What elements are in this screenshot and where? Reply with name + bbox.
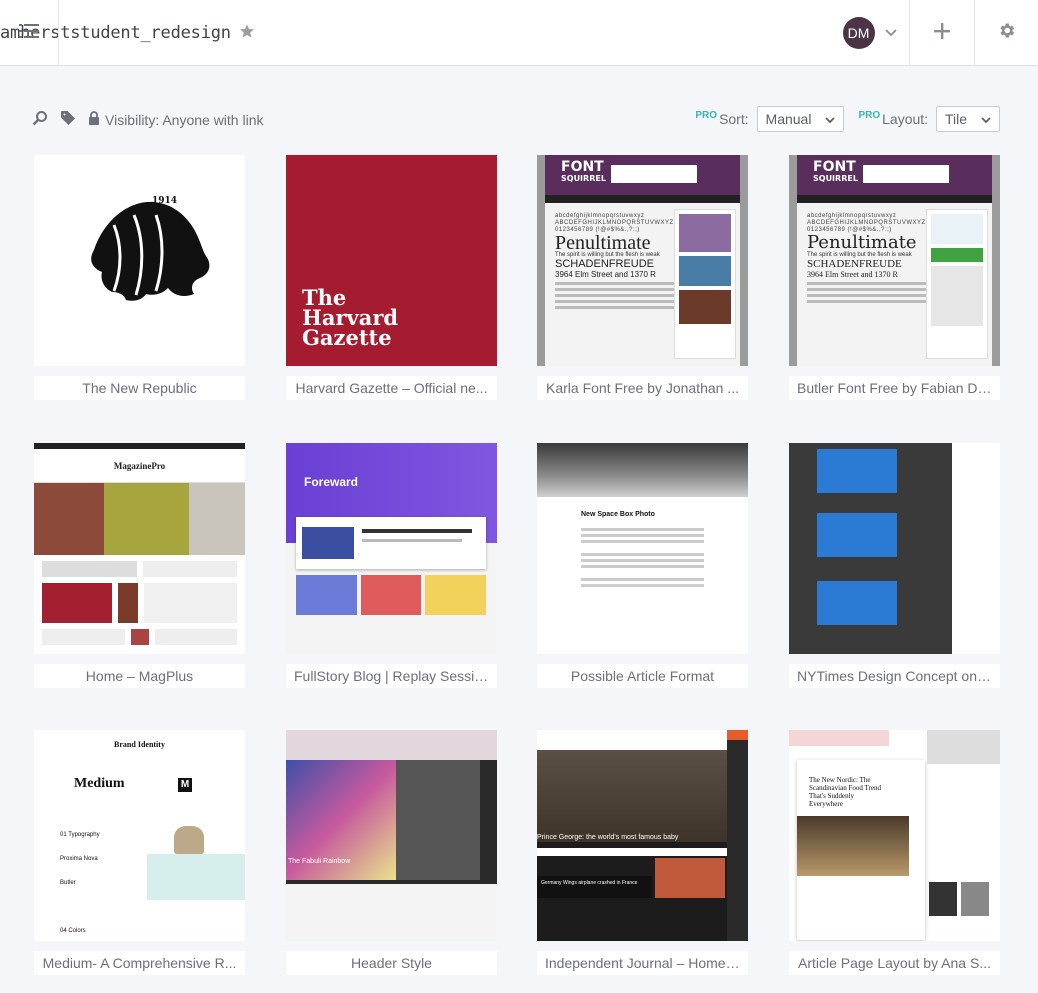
- bookmark-title[interactable]: Harvard Gazette – Official ne...: [286, 376, 497, 400]
- bookmark-card[interactable]: MagazinePro Home – MagPlus: [34, 443, 245, 688]
- board-toolbar: Visibility: Anyone with link PRO Sort: Ma…: [0, 100, 1038, 140]
- thumbnail[interactable]: The Harvard Gazette: [286, 155, 497, 366]
- plus-icon: [934, 22, 950, 44]
- bookmark-card[interactable]: FONT SQUIRREL abcdefghijklmnopqrstuvwxyz …: [789, 155, 1000, 400]
- visibility-label: Visibility: Anyone with link: [105, 111, 264, 128]
- sort-select[interactable]: Manual: [756, 106, 845, 132]
- bookmark-card[interactable]: 1914 The New Republic: [34, 155, 245, 400]
- visibility-setting[interactable]: Visibility: Anyone with link: [88, 111, 263, 128]
- bookmark-card[interactable]: New Space Box Photo Possible Article For…: [537, 443, 748, 688]
- thumbnail[interactable]: MagazinePro: [34, 443, 245, 654]
- gear-icon: [997, 21, 1016, 45]
- star-icon[interactable]: [239, 23, 255, 44]
- thumbnail[interactable]: New Space Box Photo: [537, 443, 748, 654]
- bookmark-title[interactable]: Karla Font Free by Jonathan ...: [537, 376, 748, 400]
- thumb-header: FONT SQUIRREL: [545, 155, 740, 195]
- bookmark-title[interactable]: The New Republic: [34, 376, 245, 400]
- chevron-down-icon: [884, 24, 897, 42]
- bookmark-title[interactable]: Possible Article Format: [537, 664, 748, 688]
- bookmark-card[interactable]: Brand Identity Medium M 01 Typography Pr…: [34, 730, 245, 975]
- pro-badge: PRO: [695, 110, 718, 122]
- lock-icon: [88, 111, 100, 128]
- menu-button[interactable]: [0, 0, 59, 66]
- thumbnail[interactable]: FONT SQUIRREL abcdefghijklmnopqrstuvwxyz …: [537, 155, 748, 366]
- bookmark-card[interactable]: The New Nordic: The Scandinavian Food Tr…: [789, 730, 1000, 975]
- thumbnail[interactable]: The New Nordic: The Scandinavian Food Tr…: [789, 730, 1000, 941]
- thumbnail[interactable]: Prince George: the world's most famous b…: [537, 730, 748, 941]
- layout-control: PRO Layout: Tile: [858, 106, 1000, 132]
- bookmark-card[interactable]: The Fabuli Rainbow Header Style: [286, 730, 497, 975]
- bookmark-card[interactable]: Prince George: the world's most famous b…: [537, 730, 748, 975]
- bookmark-card[interactable]: FONT SQUIRREL abcdefghijklmnopqrstuvwxyz …: [537, 155, 748, 400]
- svg-text:1914: 1914: [152, 196, 177, 206]
- bookmark-title[interactable]: Home – MagPlus: [34, 664, 245, 688]
- bookmark-title[interactable]: NYTimes Design Concept on ...: [789, 664, 1000, 688]
- harvard-gazette-logo: The Harvard Gazette: [302, 285, 399, 350]
- bookmark-title[interactable]: Article Page Layout by Ana S...: [789, 951, 1000, 975]
- add-button[interactable]: [910, 0, 975, 66]
- search-icon[interactable]: [32, 110, 48, 129]
- layout-label: Layout:: [882, 111, 929, 127]
- thumb-header: FONT SQUIRREL: [797, 155, 992, 195]
- ship-logo-icon: 1914: [91, 196, 210, 301]
- top-bar: amherststudent_redesign DM: [0, 0, 1038, 66]
- chevron-down-icon: [825, 111, 836, 127]
- bookmark-card[interactable]: The Harvard Gazette Harvard Gazette – Of…: [286, 155, 497, 400]
- layout-select[interactable]: Tile: [935, 106, 1000, 132]
- tag-icon[interactable]: [60, 110, 76, 129]
- sort-value: Manual: [765, 111, 812, 127]
- chevron-down-icon: [981, 111, 991, 127]
- bookmark-title[interactable]: FullStory Blog | Replay Sessio...: [286, 664, 497, 688]
- thumbnail[interactable]: Foreward: [286, 443, 497, 654]
- bookmark-title[interactable]: Medium- A Comprehensive R...: [34, 951, 245, 975]
- sort-label: Sort:: [719, 111, 749, 127]
- sort-control: PRO Sort: Manual: [695, 106, 845, 132]
- thumbnail[interactable]: The Fabuli Rainbow: [286, 730, 497, 941]
- thumbnail[interactable]: 1914: [34, 155, 245, 366]
- bookmark-card[interactable]: Foreward FullStory Blog | Replay Sessio.…: [286, 443, 497, 688]
- bookmark-title[interactable]: Butler Font Free by Fabian De...: [789, 376, 1000, 400]
- thumbnail[interactable]: [789, 443, 1000, 654]
- bookmark-title[interactable]: Header Style: [286, 951, 497, 975]
- pro-badge: PRO: [858, 110, 881, 122]
- bookmark-card[interactable]: NYTimes Design Concept on ...: [789, 443, 1000, 688]
- bookmark-title[interactable]: Independent Journal – Home ...: [537, 951, 748, 975]
- thumbnail[interactable]: Brand Identity Medium M 01 Typography Pr…: [34, 730, 245, 941]
- settings-button[interactable]: [975, 0, 1038, 66]
- avatar: DM: [842, 17, 875, 49]
- thumbnail[interactable]: FONT SQUIRREL abcdefghijklmnopqrstuvwxyz …: [789, 155, 1000, 366]
- list-menu-icon: [19, 23, 39, 44]
- user-menu[interactable]: DM: [830, 0, 910, 66]
- layout-value: Tile: [944, 111, 967, 127]
